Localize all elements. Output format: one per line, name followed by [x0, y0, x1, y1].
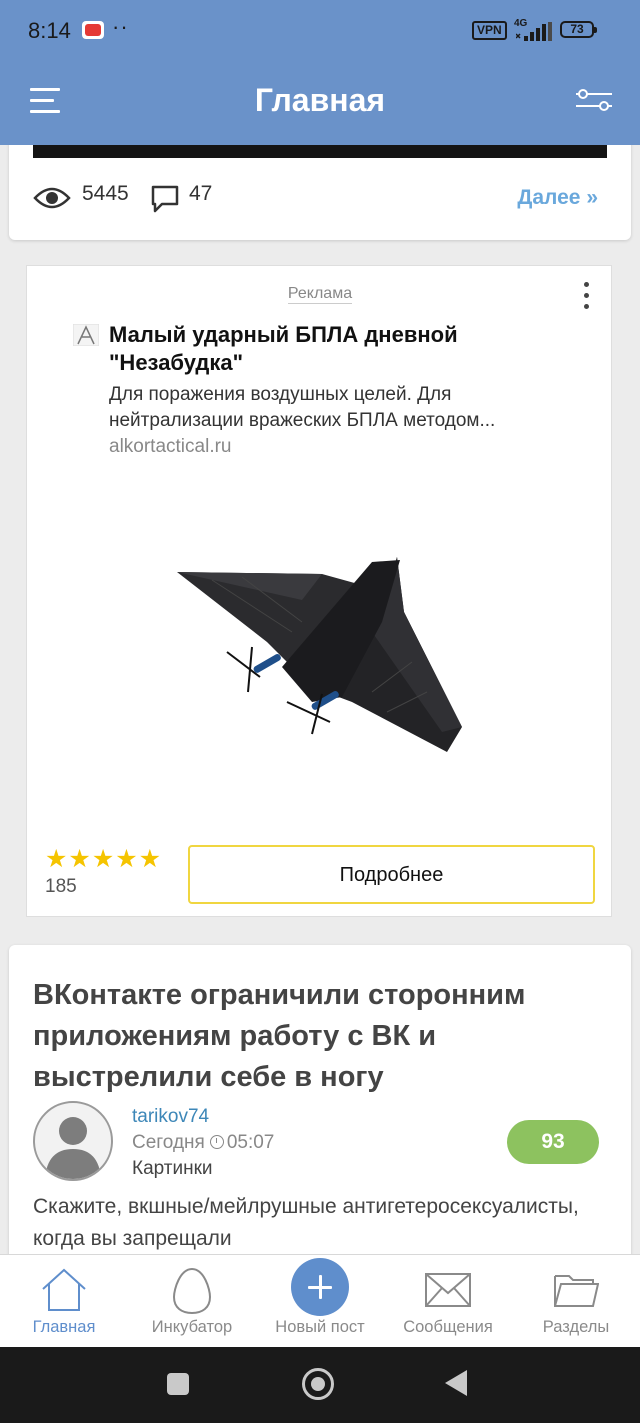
post-score-badge: 93 [507, 1120, 599, 1164]
page-title: Главная [254, 82, 386, 118]
tab-incubator-label: Инкубатор [151, 1318, 233, 1336]
more-options-icon[interactable] [581, 282, 591, 312]
tab-home[interactable]: Главная [0, 1255, 128, 1347]
youtube-notification-icon [82, 21, 104, 39]
post-card: ВКонтакте ограничили сторонним приложени… [9, 945, 631, 1275]
user-avatar-icon [45, 1117, 101, 1179]
post-title[interactable]: ВКонтакте ограничили сторонним приложени… [33, 975, 593, 1098]
status-bar: 8:14 ·· VPN 4G 73 [0, 0, 640, 62]
tab-incubator[interactable]: Инкубатор [128, 1255, 256, 1347]
home-icon [42, 1268, 86, 1311]
filter-icon[interactable] [574, 86, 614, 114]
post-text[interactable]: Скажите, вкшные/мейлрушные антигетеросек… [33, 1191, 593, 1255]
tab-sections-label: Разделы [542, 1318, 610, 1336]
tab-sections[interactable]: Разделы [512, 1255, 640, 1347]
ad-domain[interactable]: alkortactical.ru [109, 436, 232, 458]
bottom-tab-bar: Главная Инкубатор Новый пост Сообщения Р… [0, 1254, 640, 1347]
ad-favicon-icon [73, 324, 99, 346]
system-nav-bar [0, 1346, 640, 1423]
drone-image[interactable] [172, 552, 472, 752]
comments-count[interactable]: 47 [189, 182, 212, 206]
ad-title[interactable]: Малый ударный БПЛА дневной "Незабудка" [109, 321, 589, 377]
battery-icon: 73 [560, 21, 597, 38]
ad-description: Для поражения воздушных целей. Для нейтр… [109, 384, 496, 431]
app-header: 8:14 ·· VPN 4G 73 Главная [0, 0, 640, 145]
post-category[interactable]: Картинки [132, 1158, 213, 1180]
folder-icon [554, 1275, 599, 1307]
read-more-link[interactable]: Далее » [517, 186, 598, 210]
ad-label: Реклама [287, 285, 353, 304]
egg-icon [172, 1267, 212, 1315]
home-button-icon[interactable] [302, 1368, 334, 1400]
ad-more-button[interactable]: Подробнее [188, 845, 595, 904]
recents-icon[interactable] [167, 1373, 189, 1395]
more-notifications-icon: ·· [112, 14, 129, 39]
clock-icon [209, 1135, 224, 1149]
ad-card[interactable]: Реклама Малый ударный БПЛА дневной "Неза… [26, 265, 612, 917]
rating-count: 185 [45, 876, 77, 897]
eye-icon [33, 187, 71, 209]
tab-messages-label: Сообщения [403, 1318, 493, 1336]
rating-stars: ★★★★★ [45, 845, 163, 873]
post-author[interactable]: tarikov74 [132, 1106, 209, 1128]
tab-home-label: Главная [32, 1318, 96, 1336]
plus-icon [291, 1258, 349, 1316]
vpn-icon: VPN [472, 21, 507, 40]
views-count: 5445 [82, 182, 129, 205]
tab-new-post[interactable]: Новый пост [256, 1255, 384, 1347]
tab-messages[interactable]: Сообщения [384, 1255, 512, 1347]
status-time: 8:14 [28, 18, 71, 43]
comment-icon[interactable] [150, 184, 180, 214]
back-icon[interactable] [445, 1370, 467, 1396]
tab-new-post-label: Новый пост [275, 1318, 365, 1336]
avatar[interactable] [33, 1101, 113, 1181]
signal-icon [516, 22, 552, 41]
post-date: Сегодня 05:07 [132, 1132, 275, 1153]
envelope-icon [425, 1273, 471, 1307]
